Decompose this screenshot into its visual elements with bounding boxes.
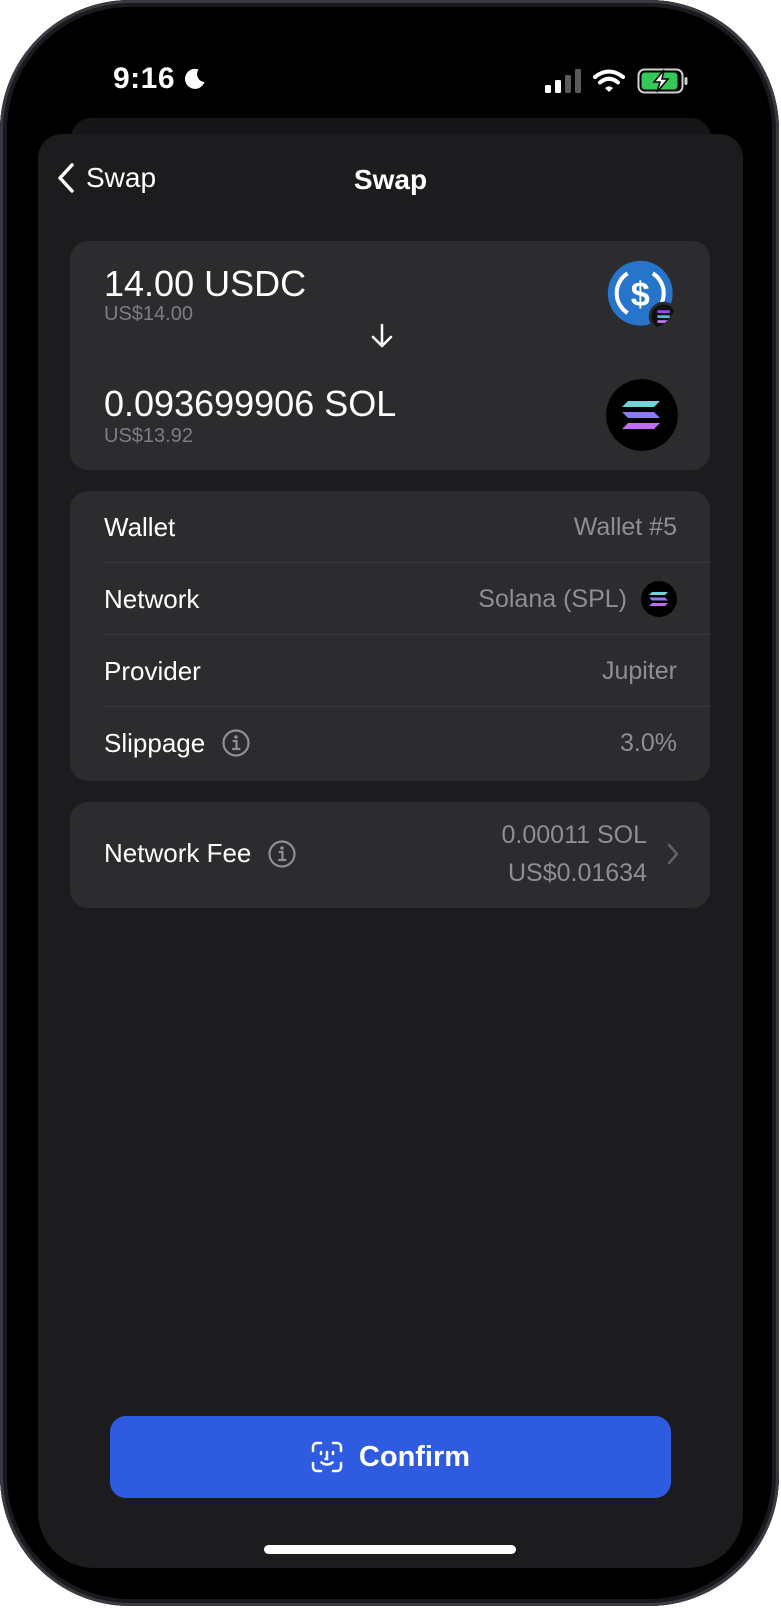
battery-charging-icon <box>637 68 688 94</box>
phone-frame: 9:16 Swap Swap 14.00 USDC US$14.00 0.093… <box>0 0 779 1606</box>
provider-row: Provider Jupiter <box>104 635 710 707</box>
network-fee-row[interactable]: Network Fee 0.00011 SOL US$0.01634 <box>70 802 710 908</box>
status-time-text: 9:16 <box>113 62 176 95</box>
confirm-label: Confirm <box>358 1440 471 1473</box>
provider-label: Provider <box>104 655 201 686</box>
status-time: 9:16 <box>113 62 207 96</box>
swap-sheet: Swap Swap 14.00 USDC US$14.00 0.09369990… <box>38 134 743 1568</box>
confirm-button[interactable]: Confirm <box>110 1416 671 1498</box>
network-fee-label: Network Fee <box>104 838 252 868</box>
slippage-label-group: Slippage <box>104 728 251 759</box>
wifi-icon <box>593 69 625 92</box>
wallet-row: Wallet Wallet #5 <box>104 491 710 563</box>
network-label: Network <box>104 583 200 614</box>
network-fee-amount: 0.00011 SOL <box>501 821 647 849</box>
provider-value: Jupiter <box>601 656 677 685</box>
face-id-icon <box>311 1441 343 1473</box>
moon-icon <box>185 68 205 89</box>
network-value-group: Solana (SPL) <box>478 581 677 617</box>
usdc-icon: $ <box>607 260 678 331</box>
info-icon[interactable] <box>267 839 297 869</box>
nav-bar: Swap Swap <box>38 134 743 224</box>
solana-network-icon <box>641 581 677 617</box>
slippage-row: Slippage 3.0% <box>104 707 710 779</box>
network-row: Network Solana (SPL) <box>104 563 710 635</box>
slippage-value: 3.0% <box>620 728 677 757</box>
wallet-label: Wallet <box>104 511 176 542</box>
from-fiat: US$14.00 <box>104 303 193 325</box>
slippage-label: Slippage <box>104 727 206 758</box>
status-icons <box>545 68 689 94</box>
details-card: Wallet Wallet #5 Network Solana (SPL) Pr… <box>70 491 710 781</box>
arrow-down-icon <box>371 323 393 348</box>
status-bar: 9:16 <box>0 0 781 110</box>
network-fee-fiat: US$0.01634 <box>507 859 647 887</box>
solana-icon <box>606 379 678 451</box>
to-amount: 0.093699906 SOL <box>104 383 397 424</box>
network-fee-values: 0.00011 SOL US$0.01634 <box>502 816 647 892</box>
swap-summary-card: 14.00 USDC US$14.00 0.093699906 SOL US$1… <box>70 241 710 470</box>
chevron-right-icon <box>667 843 679 865</box>
cellular-signal-icon <box>545 69 581 93</box>
home-indicator <box>264 1545 516 1554</box>
info-icon[interactable] <box>221 728 251 758</box>
network-value: Solana (SPL) <box>478 584 627 613</box>
network-fee-label-group: Network Fee <box>104 838 297 869</box>
to-fiat: US$13.92 <box>104 425 193 447</box>
svg-text:$: $ <box>631 276 650 314</box>
page-title: Swap <box>353 164 428 195</box>
from-amount: 14.00 USDC <box>104 263 307 304</box>
wallet-value: Wallet #5 <box>573 512 677 541</box>
